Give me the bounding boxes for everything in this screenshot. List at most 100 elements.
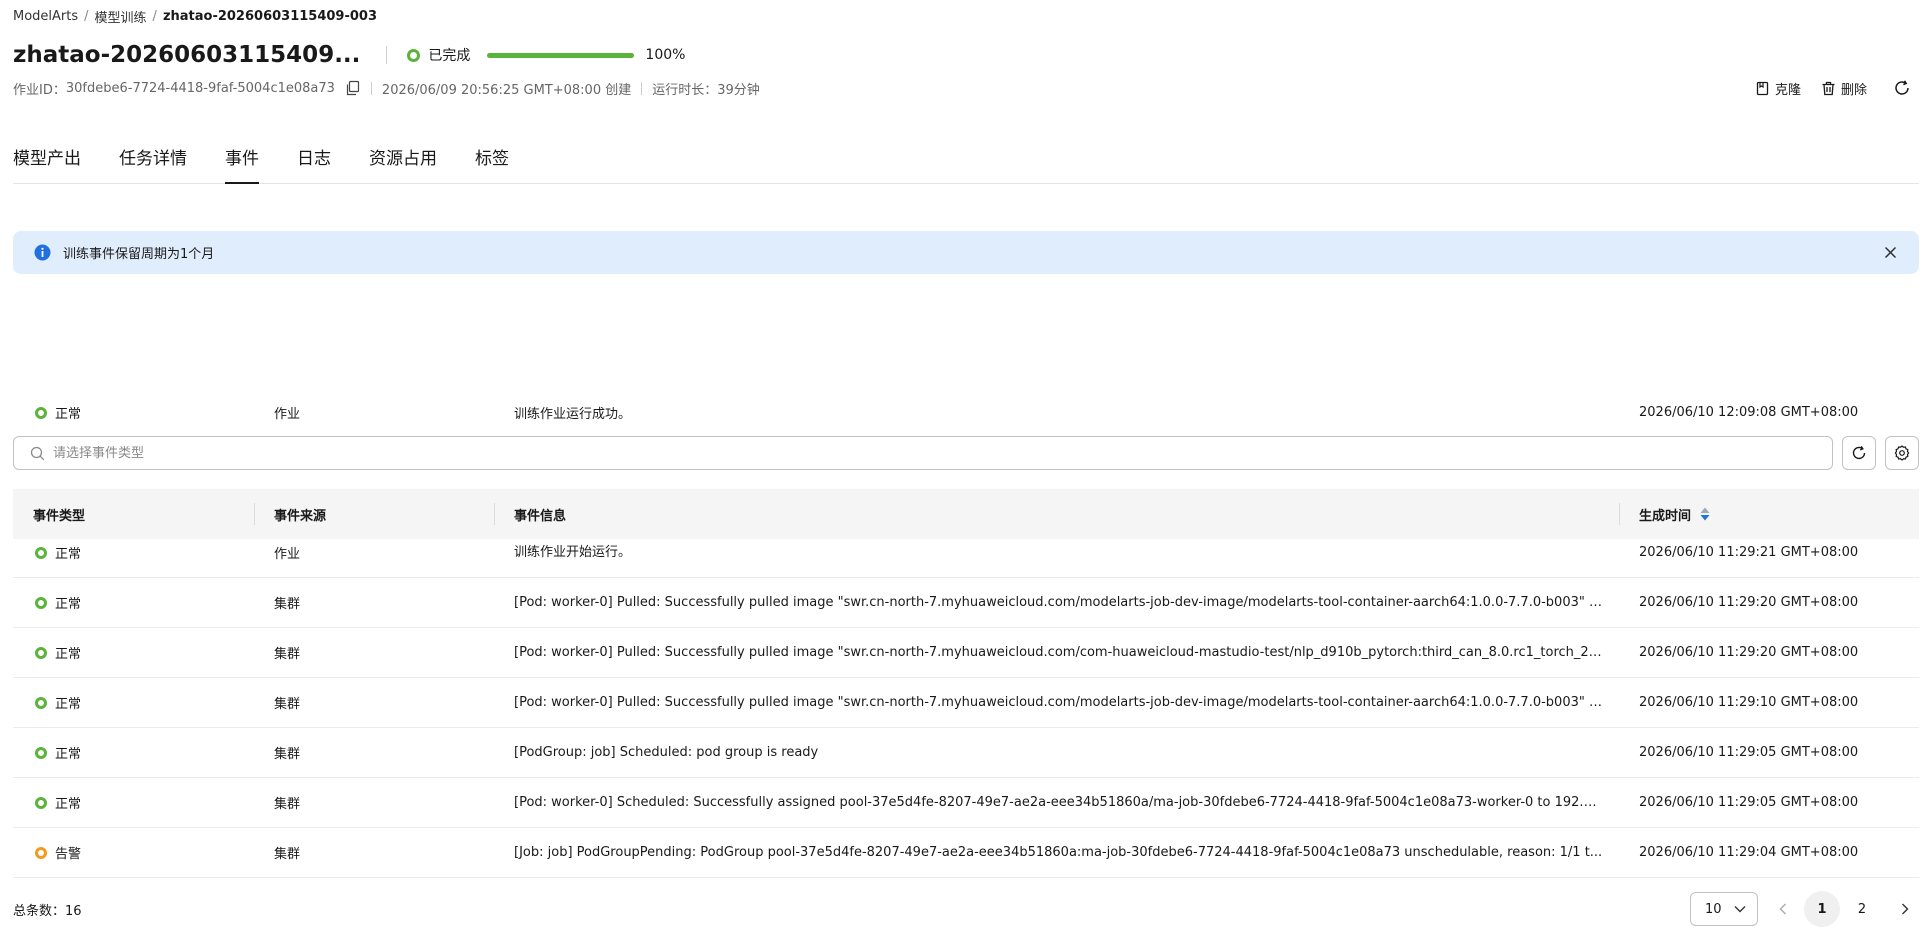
event-time: 2026/06/10 11:29:10 GMT+08:00 [1639,695,1859,710]
prev-page-button[interactable] [1766,892,1800,926]
event-message: [Pod: worker-0] Scheduled: Successfully … [514,795,1604,810]
tab-tags[interactable]: 标签 [475,144,509,183]
job-id-value: 30fdebe6-7724-4418-9faf-5004c1e08a73 [65,80,335,96]
tab-task-details[interactable]: 任务详情 [119,144,187,183]
event-page: ModelArts / 模型训练 / zhatao-20260603115409… [0,0,1932,933]
tab-logs[interactable]: 日志 [297,144,331,183]
divider [641,81,643,95]
page-title: zhatao-20260603115409... [13,42,361,68]
column-divider [1619,503,1620,525]
table-row: 正常 集群 [Pod: worker-0] Pulled: Successfully… [13,678,1919,728]
tab-bar: 模型产出 任务详情 事件 日志 资源占用 标签 [13,144,1919,184]
next-page-button[interactable] [1888,892,1922,926]
event-message: [PodGroup: job] Scheduled: pod group is … [514,745,819,760]
event-source: 集群 [274,847,301,862]
copy-icon[interactable] [345,80,361,96]
settings-button[interactable] [1885,436,1919,470]
status-normal-icon [35,746,47,759]
status-normal-icon [35,406,47,419]
page-size-select[interactable]: 10 [1690,892,1758,926]
event-source: 集群 [274,697,301,712]
event-time: 2026/06/10 11:29:04 GMT+08:00 [1639,845,1859,860]
alert-message: 训练事件保留周期为1个月 [63,247,215,262]
event-level-text: 正常 [55,597,82,612]
status-complete-icon [407,48,421,62]
event-time: 2026/06/10 11:29:20 GMT+08:00 [1639,645,1859,660]
pagination: 10 1 2 [1690,891,1922,927]
breadcrumb-separator: / [152,8,157,24]
event-source: 集群 [274,797,301,812]
event-time: 2026/06/10 11:29:20 GMT+08:00 [1639,595,1859,610]
table-row: 正常 集群 [Pod: worker-0] Pulled: Successfully… [13,628,1919,678]
sort-icon[interactable] [1699,506,1711,522]
event-level: 正常 [35,628,81,677]
event-source: 作业 [274,547,301,562]
column-divider [254,503,255,525]
event-level: 告警 [35,828,81,877]
event-type-search[interactable] [13,436,1833,470]
event-source: 集群 [274,597,301,612]
event-level-text: 正常 [55,407,82,422]
tab-resource-usage[interactable]: 资源占用 [369,144,437,183]
event-level: 正常 [35,678,81,727]
header-actions: 克隆 删除 [1735,77,1916,99]
event-row-latest: 正常 作业 训练作业运行成功。 2026/06/10 12:09:08 GMT+… [13,388,1919,422]
breadcrumb-model-training[interactable]: 模型训练 [95,7,147,26]
total-count: 总条数：16 [13,900,82,919]
clone-button[interactable]: 克隆 [1755,79,1801,98]
job-id-label: 作业ID： [13,82,66,98]
tab-model-output[interactable]: 模型产出 [13,144,81,183]
created-time: 2026/06/09 20:56:25 GMT+08:00 创建 [381,82,632,98]
event-level: 正常 [35,578,81,627]
event-level-text: 正常 [55,747,82,762]
refresh-page-button[interactable] [1893,79,1916,97]
info-icon [34,244,51,261]
page-button-2[interactable]: 2 [1844,891,1880,927]
status-badge: 已完成 [428,48,471,64]
status-normal-icon [35,546,47,559]
chevron-left-icon [1779,903,1786,915]
event-message: 训练作业运行成功。 [514,407,632,422]
page-size-value: 10 [1705,901,1722,917]
event-source: 作业 [274,407,301,422]
search-input[interactable] [53,445,1803,461]
breadcrumb-current: zhatao-20260603115409-003 [162,8,378,24]
table-row: 正常 集群 [PodGroup: job] Scheduled: pod group… [13,728,1919,778]
event-time: 2026/06/10 11:29:21 GMT+08:00 [1639,545,1859,560]
status-normal-icon [35,596,47,609]
status-normal-icon [35,646,47,659]
delete-button[interactable]: 删除 [1821,79,1867,98]
event-level-text: 告警 [55,847,82,862]
table-row: 正常 作业 训练作业开始运行。 2026/06/10 11:29:21 GMT+08:… [13,528,1919,578]
status-normal-icon [35,796,47,809]
table-row: 正常 集群 [Pod: worker-0] Pulled: Successfully… [13,578,1919,628]
event-message: [Pod: worker-0] Pulled: Successfully pul… [514,595,1604,610]
job-header: zhatao-20260603115409... 已完成 100% [13,40,685,70]
breadcrumb-modelarts[interactable]: ModelArts [13,9,78,24]
event-level: 正常 [35,778,81,827]
chevron-right-icon [1902,903,1909,915]
delete-label: 删除 [1840,82,1867,98]
table-row: 正常 集群 [Pod: worker-0] Scheduled: Successfu… [13,778,1919,828]
event-message: [Pod: worker-0] Pulled: Successfully pul… [514,695,1604,710]
search-icon [30,446,45,460]
breadcrumb: ModelArts / 模型训练 / zhatao-20260603115409… [13,6,377,26]
column-header-time-label: 生成时间 [1639,508,1692,524]
refresh-table-button[interactable] [1842,436,1876,470]
divider [386,46,388,64]
table-row: 告警 集群 [Job: job] PodGroupPending: PodGroup… [13,828,1919,878]
clone-icon [1756,81,1769,95]
event-level: 正常 [35,728,81,777]
total-count-value: 16 [65,904,82,919]
progress-bar [487,52,635,58]
event-time: 2026/06/10 11:29:05 GMT+08:00 [1639,795,1859,810]
close-icon[interactable] [1882,244,1899,261]
trash-icon [1822,81,1835,95]
tab-events[interactable]: 事件 [225,144,259,184]
refresh-icon [1852,446,1866,460]
clone-label: 克隆 [1774,82,1801,98]
page-button-1[interactable]: 1 [1804,891,1840,927]
event-level-text: 正常 [55,647,82,662]
run-duration: 运行时长：39分钟 [652,82,760,98]
total-count-label: 总条数： [13,904,66,919]
